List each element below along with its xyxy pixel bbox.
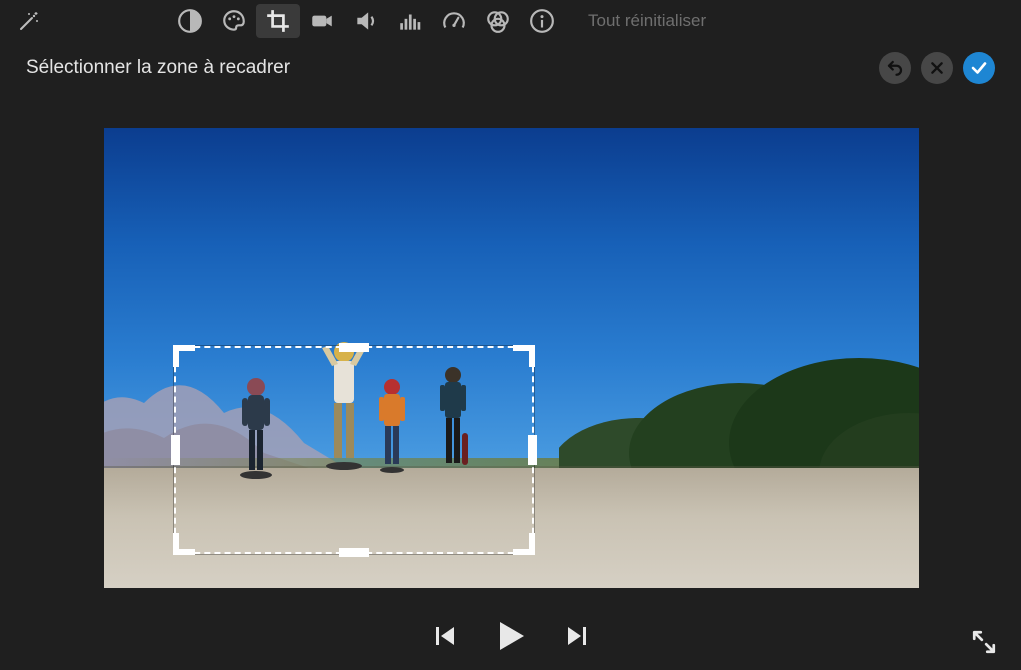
speed-button[interactable]: [432, 4, 476, 38]
crop-action-buttons: [879, 52, 995, 84]
color-button[interactable]: [212, 4, 256, 38]
contrast-icon: [177, 8, 203, 34]
info-button[interactable]: [520, 4, 564, 38]
volume-button[interactable]: [344, 4, 388, 38]
prev-frame-button[interactable]: [434, 624, 456, 648]
expand-icon: [971, 629, 997, 655]
crop-handle-left[interactable]: [171, 435, 180, 465]
magic-wand-button[interactable]: [14, 6, 44, 36]
next-frame-button[interactable]: [566, 624, 588, 648]
top-toolbar: Tout réinitialiser: [0, 0, 1021, 42]
filters-button[interactable]: [476, 4, 520, 38]
magic-wand-icon: [17, 9, 41, 33]
palette-icon: [221, 8, 247, 34]
accept-button[interactable]: [963, 52, 995, 84]
contrast-button[interactable]: [168, 4, 212, 38]
venn-icon: [485, 8, 511, 34]
info-icon: [529, 8, 555, 34]
crop-subbar: Sélectionner la zone à recadrer: [0, 42, 1021, 88]
video-preview[interactable]: [104, 128, 919, 588]
play-icon: [496, 620, 526, 652]
crop-instruction-label: Sélectionner la zone à recadrer: [26, 57, 290, 79]
crop-icon: [265, 8, 291, 34]
cancel-button[interactable]: [921, 52, 953, 84]
camera-icon: [309, 8, 335, 34]
playback-controls: [0, 606, 1021, 666]
volume-icon: [353, 8, 379, 34]
crop-handle-bottom[interactable]: [339, 548, 369, 557]
crop-handle-right[interactable]: [528, 435, 537, 465]
crop-handle-bottom-left[interactable]: [173, 533, 195, 555]
crop-handle-bottom-right[interactable]: [513, 533, 535, 555]
cancel-icon: [929, 60, 945, 76]
undo-button[interactable]: [879, 52, 911, 84]
crop-handle-top-left[interactable]: [173, 345, 195, 367]
tool-group: Tout réinitialiser: [168, 4, 706, 38]
crop-button[interactable]: [256, 4, 300, 38]
reset-all-button[interactable]: Tout réinitialiser: [588, 11, 706, 31]
crop-selection-rect[interactable]: [174, 346, 534, 554]
checkmark-icon: [970, 59, 988, 77]
stabilize-button[interactable]: [300, 4, 344, 38]
crop-handle-top[interactable]: [339, 343, 369, 352]
skip-forward-icon: [566, 624, 588, 648]
expand-button[interactable]: [971, 629, 997, 660]
speedometer-icon: [441, 8, 467, 34]
undo-icon: [886, 59, 904, 77]
play-button[interactable]: [496, 620, 526, 652]
equalizer-button[interactable]: [388, 4, 432, 38]
skip-back-icon: [434, 624, 456, 648]
equalizer-icon: [397, 8, 423, 34]
crop-handle-top-right[interactable]: [513, 345, 535, 367]
